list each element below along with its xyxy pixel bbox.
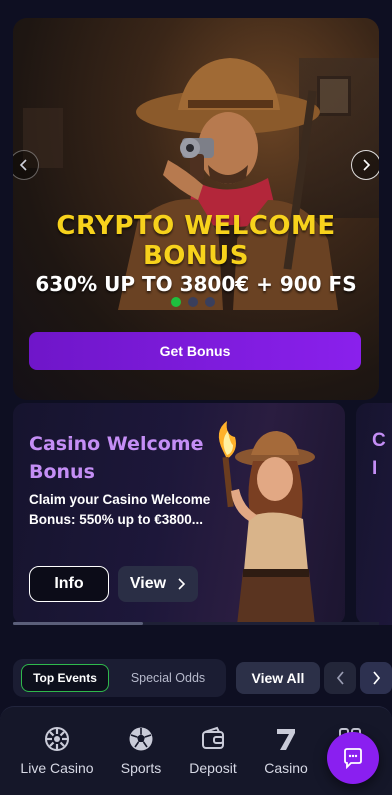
next-card-title-fragment: C — [372, 430, 386, 451]
tab-top-events[interactable]: Top Events — [21, 664, 109, 692]
nav-sports[interactable]: Sports — [112, 725, 170, 776]
card-description: Claim your Casino Welcome Bonus: 550% up… — [29, 492, 211, 527]
carousel-dot-1[interactable] — [171, 297, 181, 307]
explorer-woman-illustration — [218, 421, 315, 625]
hero-banner[interactable]: CRYPTO WELCOME BONUS 630% UP TO 3800€ + … — [13, 18, 379, 400]
carousel-scroll-thumb[interactable] — [13, 622, 143, 625]
soccer-ball-icon — [129, 727, 153, 751]
carousel-dots — [171, 297, 215, 307]
next-promo-card[interactable]: C I — [356, 403, 392, 625]
card-title: Casino Welcome Bonus — [29, 433, 204, 483]
roulette-icon — [45, 727, 69, 751]
chat-support-button[interactable] — [327, 732, 379, 784]
nav-label: Live Casino — [20, 760, 94, 776]
hero-title: CRYPTO WELCOME BONUS — [56, 211, 336, 271]
hero-next-button[interactable] — [351, 150, 379, 180]
seven-icon — [277, 729, 295, 750]
nav-label: Casino — [264, 760, 308, 776]
cowboy-illustration — [118, 58, 338, 310]
chevron-left-icon — [336, 671, 344, 685]
casino-welcome-card[interactable]: Casino Welcome Bonus Claim your Casino W… — [13, 403, 345, 625]
page: CRYPTO WELCOME BONUS 630% UP TO 3800€ + … — [0, 0, 392, 795]
next-card-title-fragment-2: I — [372, 458, 378, 479]
carousel-dot-2[interactable] — [188, 297, 198, 307]
nav-deposit[interactable]: Deposit — [182, 725, 244, 776]
tab-special-odds[interactable]: Special Odds — [123, 664, 213, 692]
chevron-right-icon — [372, 671, 380, 685]
events-prev-button[interactable] — [324, 662, 356, 694]
nav-label: Deposit — [189, 760, 237, 776]
view-button-label: View — [129, 575, 167, 592]
hero-prev-button[interactable] — [13, 150, 39, 180]
view-button[interactable]: View — [118, 566, 198, 602]
chat-bubble-icon — [344, 748, 362, 769]
chevron-left-icon — [19, 159, 27, 171]
get-bonus-button[interactable]: Get Bonus — [29, 332, 361, 370]
nav-label: Sports — [120, 760, 162, 776]
events-tabs: Top Events Special Odds — [13, 659, 226, 697]
chevron-right-icon — [178, 578, 186, 590]
view-all-button[interactable]: View All — [236, 662, 320, 694]
events-next-button[interactable] — [360, 662, 392, 694]
nav-live-casino[interactable]: Live Casino — [18, 725, 96, 776]
wallet-icon — [202, 726, 224, 749]
info-button[interactable]: Info — [29, 566, 109, 602]
carousel-dot-3[interactable] — [205, 297, 215, 307]
hero-subtitle: 630% UP TO 3800€ + 900 FS — [35, 272, 357, 296]
nav-casino[interactable]: Casino — [256, 725, 316, 776]
chevron-right-icon — [363, 159, 371, 171]
